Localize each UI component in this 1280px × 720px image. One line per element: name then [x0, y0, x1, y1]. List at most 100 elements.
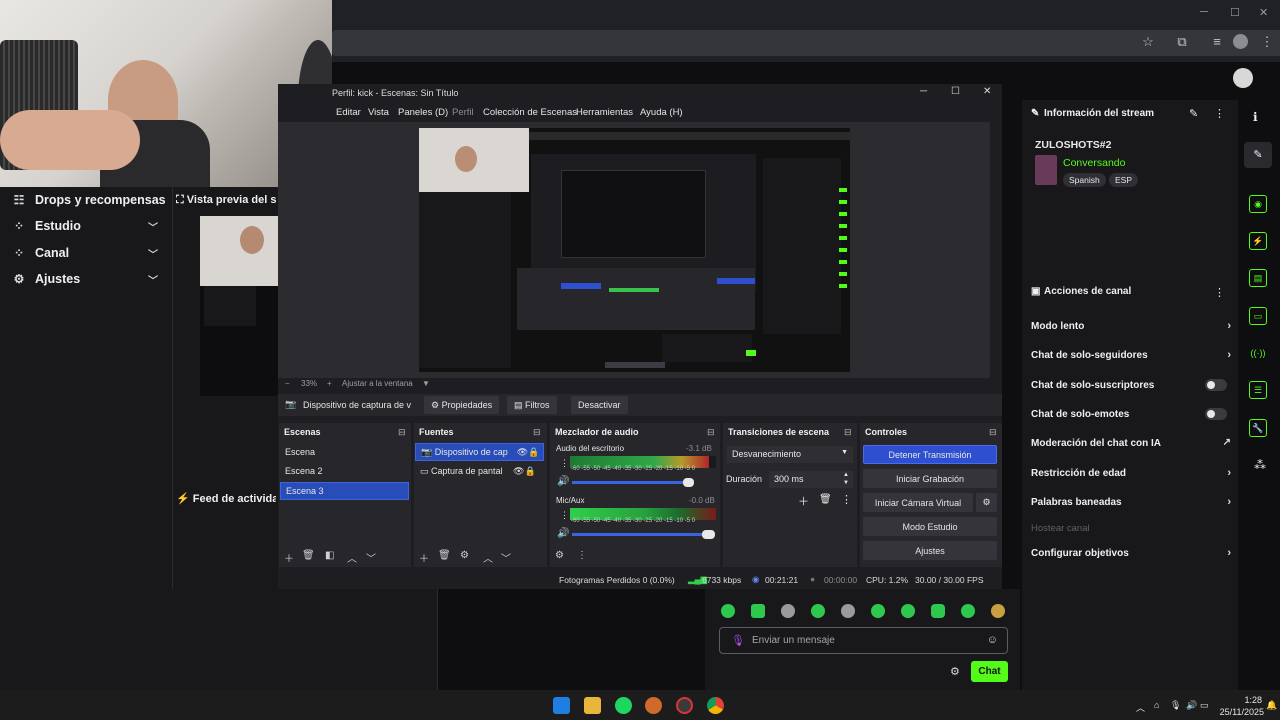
- move-down-icon[interactable]: ﹀: [501, 550, 511, 565]
- reading-list-icon[interactable]: ≡: [1208, 33, 1226, 51]
- scene-item-selected[interactable]: Escena 3: [280, 482, 409, 500]
- transition-options-icon[interactable]: ⋮: [841, 493, 852, 506]
- remove-scene-icon[interactable]: 🗑: [302, 550, 315, 561]
- add-source-button[interactable]: ＋: [419, 550, 429, 565]
- dock-float-icon[interactable]: ⊟: [398, 427, 406, 438]
- emoji-icon[interactable]: ☺: [987, 634, 998, 646]
- minimize-icon[interactable]: ─: [1200, 6, 1208, 18]
- speaker-icon[interactable]: 🔊: [557, 476, 569, 487]
- chat-send-button[interactable]: Chat: [971, 661, 1008, 682]
- clock-date[interactable]: 25/11/2025: [1214, 707, 1264, 717]
- chrome-taskbar-icon[interactable]: [707, 697, 724, 714]
- bookmark-star-icon[interactable]: ☆: [1139, 33, 1157, 51]
- properties-button[interactable]: ⚙ Propiedades: [424, 396, 500, 414]
- filters-button[interactable]: ▤ Filtros: [507, 396, 557, 414]
- visibility-eye-icon[interactable]: 👁: [517, 447, 528, 458]
- close-icon[interactable]: ✕: [1259, 6, 1268, 19]
- stop-stream-button[interactable]: Detener Transmisión: [863, 445, 997, 464]
- start-recording-button[interactable]: Iniciar Grabación: [863, 469, 997, 488]
- transition-select[interactable]: Desvanecimiento ▼: [727, 446, 853, 463]
- dock-float-icon[interactable]: ⊟: [989, 427, 997, 438]
- scene-item[interactable]: Escena: [280, 443, 409, 461]
- start-virtual-camera-button[interactable]: Iniciar Cámara Virtual: [863, 493, 973, 512]
- remove-transition-icon[interactable]: 🗑: [819, 494, 832, 505]
- mixer-menu-icon[interactable]: ⋮: [560, 458, 569, 469]
- obs-close-icon[interactable]: ✕: [983, 86, 991, 97]
- obs-maximize-icon[interactable]: ☐: [951, 86, 960, 97]
- menu-docks[interactable]: Paneles (D): [398, 107, 448, 118]
- source-item[interactable]: ▭ Captura de pantal 👁 🔒: [415, 462, 544, 480]
- stream-info-menu-icon[interactable]: ⋮: [1214, 107, 1225, 120]
- volume-icon[interactable]: 🔊: [1186, 700, 1197, 711]
- lock-icon[interactable]: 🔒: [528, 447, 539, 458]
- start-menu-icon[interactable]: [553, 697, 570, 714]
- move-up-icon[interactable]: ︿: [347, 550, 357, 565]
- channel-actions-menu-icon[interactable]: ⋮: [1214, 286, 1225, 299]
- chat-message-input[interactable]: 🎙 Enviar un mensaje ☺: [719, 627, 1008, 654]
- chat-rail-icon[interactable]: ▭: [1249, 307, 1267, 325]
- network-icon[interactable]: ⌂: [1154, 700, 1159, 710]
- add-transition-button[interactable]: ＋: [798, 493, 809, 509]
- move-down-icon[interactable]: ﹀: [366, 550, 376, 565]
- browser-menu-icon[interactable]: ⋮: [1258, 33, 1276, 51]
- category-thumbnail[interactable]: [1035, 155, 1057, 185]
- emote-icon[interactable]: [871, 604, 885, 618]
- add-scene-button[interactable]: ＋: [284, 550, 294, 565]
- volume-slider-handle[interactable]: [702, 530, 715, 539]
- microphone-icon[interactable]: 🎙: [731, 634, 745, 647]
- settings-button[interactable]: Ajustes: [863, 541, 997, 560]
- stream-tag[interactable]: Spanish: [1063, 173, 1106, 187]
- visibility-eye-icon[interactable]: 👁: [513, 466, 524, 477]
- user-avatar[interactable]: [1233, 68, 1253, 88]
- subscribers-only-toggle[interactable]: [1205, 379, 1227, 391]
- dock-float-icon[interactable]: ⊟: [707, 427, 715, 438]
- microphone-tray-icon[interactable]: 🎙: [1170, 700, 1181, 711]
- edit-rail-icon[interactable]: ✎: [1244, 142, 1272, 168]
- chevron-up-icon[interactable]: ︿: [1136, 701, 1145, 714]
- zoom-in-button[interactable]: +: [327, 379, 332, 388]
- advanced-audio-icon[interactable]: ⚙: [555, 550, 564, 561]
- nav-item-studio[interactable]: ⁘ Estudio ﹀: [0, 213, 172, 239]
- speaker-icon[interactable]: 🔊: [557, 528, 569, 539]
- menu-tools[interactable]: Herramientas: [576, 107, 633, 118]
- lightning-rail-icon[interactable]: ⚡: [1249, 232, 1267, 250]
- stream-tag[interactable]: ESP: [1109, 173, 1139, 187]
- duration-input[interactable]: 300 ms ▲ ▼: [769, 471, 853, 488]
- obs-preview-screen-capture[interactable]: [419, 128, 850, 372]
- action-banned-words[interactable]: Palabras baneadas ›: [1031, 496, 1231, 508]
- stream-preview-video[interactable]: [200, 216, 278, 396]
- zoom-dropdown-icon[interactable]: ▼: [422, 379, 430, 388]
- more-rail-icon[interactable]: ⁂: [1254, 458, 1266, 472]
- volume-slider-handle[interactable]: [683, 478, 694, 487]
- menu-scene-collection[interactable]: Colección de Escenas: [483, 107, 577, 118]
- camera-rail-icon[interactable]: ◉: [1249, 195, 1267, 213]
- chat-settings-icon[interactable]: ⚙: [950, 665, 960, 678]
- emotes-only-toggle[interactable]: [1205, 408, 1227, 420]
- maximize-icon[interactable]: ☐: [1230, 6, 1240, 19]
- desktop-volume-slider[interactable]: [572, 481, 692, 484]
- wrench-rail-icon[interactable]: 🔧: [1249, 419, 1267, 437]
- emote-icon[interactable]: [811, 604, 825, 618]
- deactivate-button[interactable]: Desactivar: [571, 396, 628, 414]
- obs-minimize-icon[interactable]: ─: [920, 86, 927, 97]
- nav-item-drops[interactable]: ☷ Drops y recompensas: [0, 187, 172, 213]
- menu-view[interactable]: Vista: [368, 107, 389, 118]
- list-rail-icon[interactable]: ☰: [1249, 381, 1267, 399]
- action-configure-goals[interactable]: Configurar objetivos ›: [1031, 547, 1231, 559]
- emote-icon[interactable]: [721, 604, 735, 618]
- menu-edit[interactable]: Editar: [336, 107, 361, 118]
- action-slow-mode[interactable]: Modo lento ›: [1031, 320, 1231, 332]
- document-rail-icon[interactable]: ▤: [1249, 269, 1267, 287]
- action-subscribers-only[interactable]: Chat de solo-suscriptores: [1031, 379, 1231, 391]
- emote-icon[interactable]: [841, 604, 855, 618]
- action-ai-moderation[interactable]: Moderación del chat con IA ↗: [1031, 437, 1231, 449]
- fit-to-window-button[interactable]: Ajustar a la ventana: [342, 379, 413, 388]
- emote-icon[interactable]: [961, 604, 975, 618]
- mic-volume-slider[interactable]: [572, 533, 712, 536]
- scene-filters-icon[interactable]: ◧: [325, 550, 334, 561]
- lock-icon[interactable]: 🔒: [524, 466, 535, 477]
- move-up-icon[interactable]: ︿: [483, 550, 493, 565]
- stream-category[interactable]: Conversando: [1063, 157, 1125, 169]
- menu-profile[interactable]: Perfil: [452, 107, 474, 118]
- virtual-camera-settings-button[interactable]: ⚙: [976, 493, 997, 512]
